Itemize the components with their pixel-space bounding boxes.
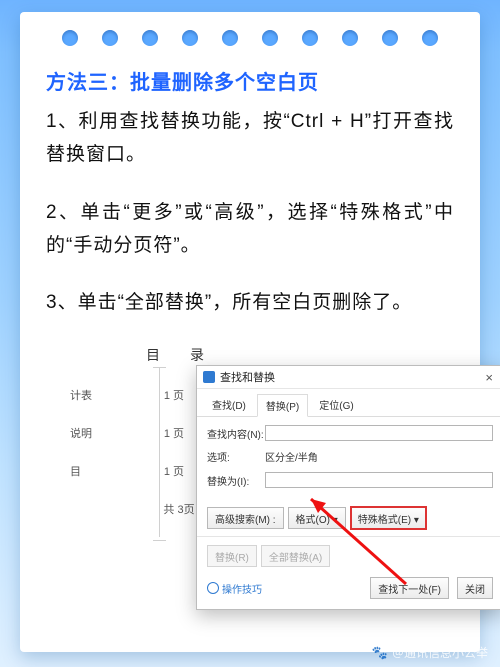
step-1: 1、利用查找替换功能，按“Ctrl + H”打开查找替换窗口。 [46,105,454,172]
replace-input[interactable] [265,472,493,488]
replace-all-button[interactable]: 全部替换(A) [261,545,330,567]
find-input[interactable] [265,425,493,441]
label-options: 选项: [207,449,265,464]
special-format-button[interactable]: 特殊格式(E) ▾ [350,506,427,530]
find-next-button[interactable]: 查找下一处(F) [370,577,449,599]
tab-find[interactable]: 查找(D) [203,393,255,416]
doc-heading: 目 录 [64,345,294,365]
replace-button[interactable]: 替换(R) [207,545,257,567]
screenshot-composite: 目 录 计表1 页 说明1 页 目1 页 共 3页 查找和替换 × 查找(D) … [46,339,454,569]
options-value: 区分全/半角 [265,449,318,464]
tab-replace[interactable]: 替换(P) [257,394,308,417]
tab-goto[interactable]: 定位(G) [310,393,362,416]
close-button[interactable]: 关闭 [457,577,493,599]
note-paper: 方法三：批量删除多个空白页 1、利用查找替换功能，按“Ctrl + H”打开查找… [20,12,480,652]
paw-icon: 🐾 [372,645,388,661]
dialog-titlebar: 查找和替换 × [197,366,500,389]
step-3: 3、单击“全部替换”，所有空白页删除了。 [46,286,454,319]
advanced-search-button[interactable]: 高级搜索(M) : [207,507,284,529]
step-2: 2、单击“更多”或“高级”，选择“特殊格式”中的“手动分页符”。 [46,196,454,263]
dialog-tabs: 查找(D) 替换(P) 定位(G) [197,389,500,417]
section-title: 方法三：批量删除多个空白页 [46,66,454,95]
vertical-ruler [159,367,160,537]
binder-holes [20,30,480,52]
label-find: 查找内容(N): [207,426,265,441]
find-replace-dialog: 查找和替换 × 查找(D) 替换(P) 定位(G) 查找内容(N): 选项: 区… [196,365,500,610]
close-icon[interactable]: × [481,370,497,385]
label-replace: 替换为(I): [207,473,265,488]
app-icon [203,371,215,383]
author-watermark: 🐾 ＠通讯信息小公举 [372,644,488,661]
dialog-body: 查找内容(N): 选项: 区分全/半角 替换为(I): [197,417,500,502]
dialog-title: 查找和替换 [220,369,481,385]
format-button[interactable]: 格式(O) ▾ [288,507,346,529]
tips-link[interactable]: 操作技巧 [207,581,262,596]
